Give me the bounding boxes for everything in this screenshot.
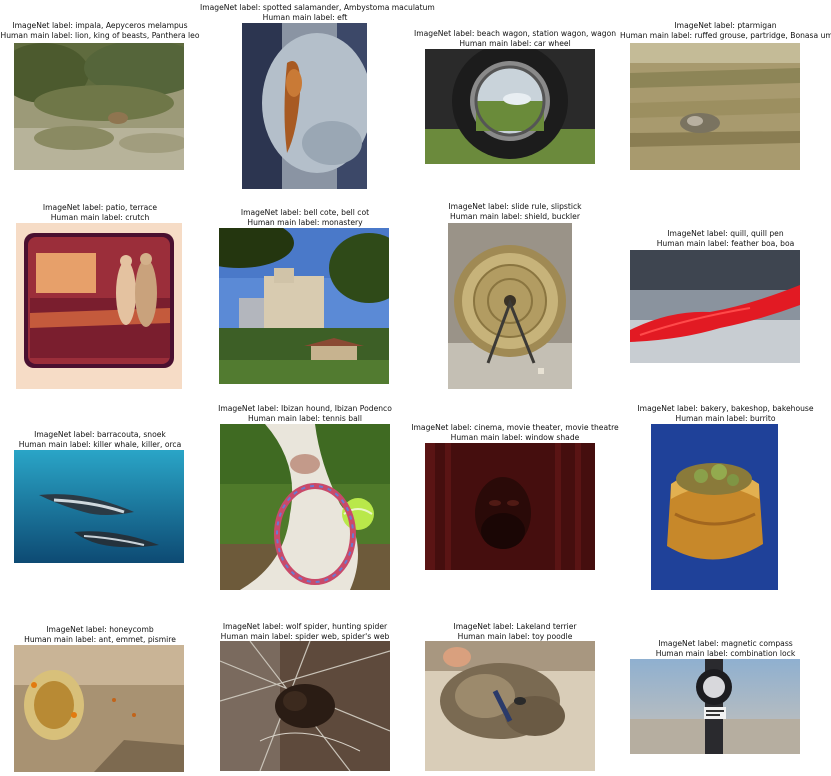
grid-cell-6: ImageNet label: bell cote, bell cot Huma…	[200, 195, 410, 390]
human-label: Human main label: killer whale, killer, …	[18, 439, 182, 449]
human-label: Human main label: lion, king of beasts, …	[0, 30, 200, 40]
grid-cell-7: ImageNet label: slide rule, slipstick Hu…	[410, 195, 620, 390]
human-label: Human main label: crutch	[50, 212, 150, 222]
human-label: Human main label: toy poodle	[457, 631, 573, 641]
photo	[220, 424, 390, 590]
photo	[630, 43, 800, 170]
caption: ImageNet label: bakery, bakeshop, bakeho…	[620, 404, 831, 423]
human-label: Human main label: spider web, spider's w…	[220, 631, 390, 641]
caption: ImageNet label: wolf spider, hunting spi…	[200, 622, 410, 641]
photo	[14, 43, 184, 170]
imagenet-label: ImageNet label: honeycomb	[46, 625, 154, 634]
human-label: Human main label: burrito	[675, 413, 776, 423]
caption: ImageNet label: beach wagon, station wag…	[410, 29, 620, 48]
human-label: Human main label: tennis ball	[248, 413, 362, 423]
photo	[16, 223, 182, 389]
grid-cell-10: ImageNet label: Ibizan hound, Ibizan Pod…	[200, 390, 410, 590]
imagenet-label: ImageNet label: spotted salamander, Amby…	[200, 3, 435, 12]
photo	[630, 250, 800, 363]
caption: ImageNet label: patio, terrace Human mai…	[0, 203, 200, 222]
human-label: Human main label: window shade	[450, 432, 580, 442]
imagenet-label: ImageNet label: beach wagon, station wag…	[413, 29, 617, 38]
grid-cell-13: ImageNet label: honeycomb Human main lab…	[0, 585, 200, 776]
imagenet-label: ImageNet label: ptarmigan	[674, 21, 777, 30]
grid-cell-14: ImageNet label: wolf spider, hunting spi…	[200, 585, 410, 776]
grid-cell-12: ImageNet label: bakery, bakeshop, bakeho…	[620, 390, 831, 590]
caption: ImageNet label: magnetic compass Human m…	[620, 639, 831, 658]
photo	[14, 450, 184, 563]
imagenet-label: ImageNet label: slide rule, slipstick	[448, 202, 582, 211]
imagenet-label: ImageNet label: bell cote, bell cot	[240, 208, 370, 217]
photo	[425, 49, 595, 164]
caption: ImageNet label: Lakeland terrier Human m…	[410, 622, 620, 641]
imagenet-label: ImageNet label: bakery, bakeshop, bakeho…	[637, 404, 814, 413]
caption: ImageNet label: impala, Aepyceros melamp…	[0, 21, 200, 40]
imagenet-label: ImageNet label: Ibizan hound, Ibizan Pod…	[218, 404, 392, 413]
imagenet-label: ImageNet label: barracouta, snoek	[34, 430, 166, 439]
photo	[242, 23, 367, 189]
photo	[630, 659, 800, 754]
imagenet-label: ImageNet label: wolf spider, hunting spi…	[222, 622, 388, 631]
grid-cell-4: ImageNet label: ptarmigan Human main lab…	[620, 0, 831, 195]
human-label: Human main label: ant, emmet, pismire	[24, 634, 176, 644]
photo	[14, 645, 184, 772]
human-label: Human main label: eft	[262, 12, 348, 22]
human-label: Human main label: shield, buckler	[450, 211, 580, 221]
grid-cell-9: ImageNet label: barracouta, snoek Human …	[0, 390, 200, 585]
photo	[425, 641, 595, 771]
imagenet-label: ImageNet label: magnetic compass	[658, 639, 793, 648]
human-label: Human main label: feather boa, boa	[656, 238, 795, 248]
grid-cell-11: ImageNet label: cinema, movie theater, m…	[410, 390, 620, 585]
photo	[220, 641, 390, 771]
caption: ImageNet label: honeycomb Human main lab…	[0, 625, 200, 644]
grid-cell-15: ImageNet label: Lakeland terrier Human m…	[410, 585, 620, 776]
caption: ImageNet label: cinema, movie theater, m…	[410, 423, 620, 442]
imagenet-label: ImageNet label: cinema, movie theater, m…	[411, 423, 619, 432]
imagenet-label: ImageNet label: quill, quill pen	[667, 229, 784, 238]
human-label: Human main label: combination lock	[655, 648, 796, 658]
human-label: Human main label: car wheel	[459, 38, 571, 48]
photo	[448, 223, 572, 389]
photo	[425, 443, 595, 570]
grid-cell-1: ImageNet label: impala, Aepyceros melamp…	[0, 0, 200, 195]
caption: ImageNet label: barracouta, snoek Human …	[0, 430, 200, 449]
imagenet-label: ImageNet label: impala, Aepyceros melamp…	[12, 21, 188, 30]
caption: ImageNet label: slide rule, slipstick Hu…	[410, 202, 620, 221]
caption: ImageNet label: quill, quill pen Human m…	[620, 229, 831, 248]
caption: ImageNet label: spotted salamander, Amby…	[200, 3, 435, 22]
grid-cell-8: ImageNet label: quill, quill pen Human m…	[620, 195, 831, 390]
human-label: Human main label: monastery	[247, 217, 363, 227]
grid-cell-2: ImageNet label: spotted salamander, Amby…	[200, 0, 435, 195]
grid-cell-3: ImageNet label: beach wagon, station wag…	[410, 0, 620, 195]
grid-cell-16: ImageNet label: magnetic compass Human m…	[620, 585, 831, 776]
caption: ImageNet label: ptarmigan Human main lab…	[620, 21, 831, 40]
grid-cell-5: ImageNet label: patio, terrace Human mai…	[0, 195, 200, 390]
photo	[651, 424, 778, 590]
photo	[219, 228, 389, 384]
caption: ImageNet label: bell cote, bell cot Huma…	[200, 208, 410, 227]
human-label: Human main label: ruffed grouse, partrid…	[620, 30, 831, 40]
imagenet-label: ImageNet label: patio, terrace	[42, 203, 158, 212]
caption: ImageNet label: Ibizan hound, Ibizan Pod…	[200, 404, 410, 423]
imagenet-label: ImageNet label: Lakeland terrier	[453, 622, 577, 631]
